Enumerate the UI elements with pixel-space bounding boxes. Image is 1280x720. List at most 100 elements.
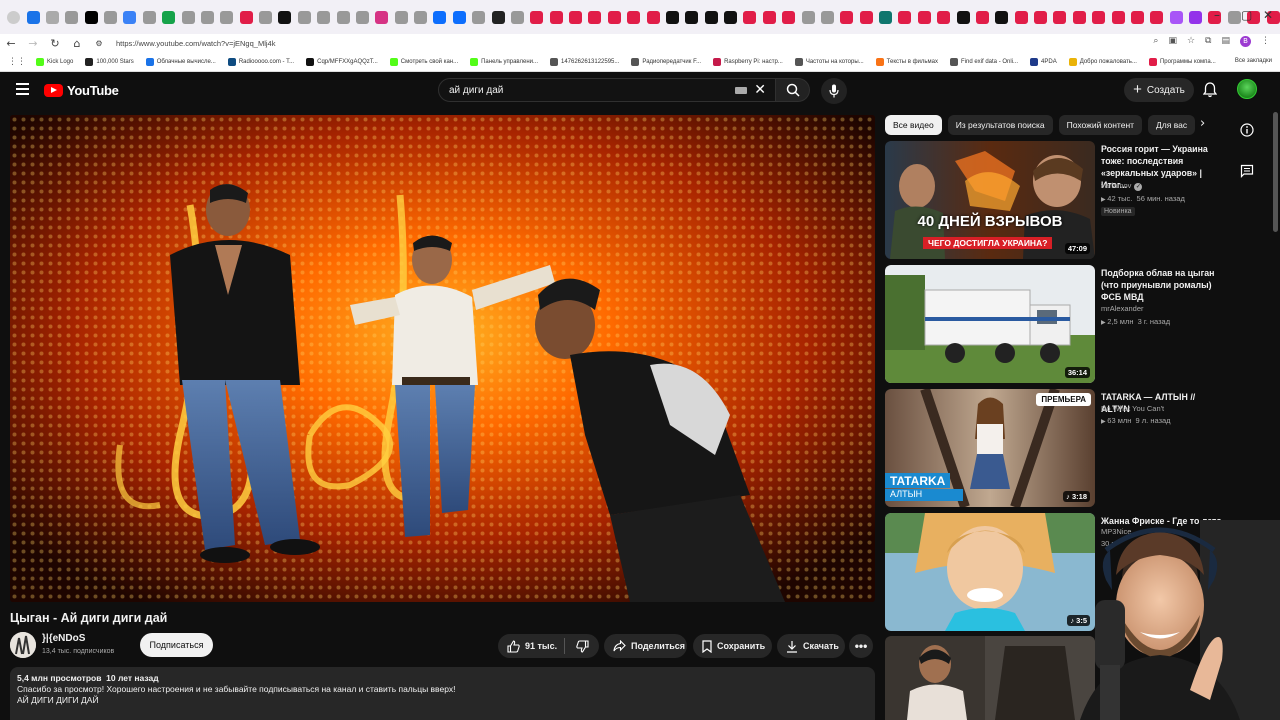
tab-search-icon[interactable] — [7, 10, 21, 24]
tab-favicon[interactable] — [104, 10, 118, 24]
tab-favicon[interactable] — [1150, 10, 1164, 24]
tab-favicon[interactable] — [317, 10, 331, 24]
tab-favicon[interactable] — [472, 10, 486, 24]
share-button[interactable]: Поделиться — [604, 634, 687, 658]
video-player[interactable] — [10, 115, 875, 602]
chevron-right-icon[interactable]: › — [1200, 116, 1205, 131]
recommendation-channel[interactable]: mrAlexander — [1101, 304, 1144, 313]
zoom-icon[interactable]: ⌕ — [1153, 36, 1158, 47]
video-thumbnail[interactable]: 40 ДНЕЙ ВЗРЫВОВ ЧЕГО ДОСТИГЛА УКРАИНА? 4… — [885, 141, 1095, 259]
maximize-icon[interactable]: ▢ — [1241, 8, 1252, 22]
chip-all-videos[interactable]: Все видео — [885, 115, 942, 135]
back-icon[interactable]: ← — [0, 37, 22, 50]
hamburger-menu-icon[interactable] — [16, 83, 29, 95]
tab-favicon[interactable] — [452, 10, 466, 24]
save-button[interactable]: Сохранить — [693, 634, 772, 658]
tab-favicon[interactable] — [1014, 10, 1028, 24]
tab-favicon[interactable] — [898, 10, 912, 24]
download-button[interactable]: Скачать — [777, 634, 845, 658]
tab-favicon[interactable] — [569, 10, 583, 24]
bookmark-item[interactable]: Find exif data - Onli... — [950, 57, 1018, 66]
recommendation-channel[interactable]: varlamov ✓ — [1101, 181, 1143, 191]
tab-favicon[interactable] — [685, 10, 699, 24]
tab-favicon[interactable] — [1092, 10, 1106, 24]
tab-favicon[interactable] — [1227, 10, 1241, 24]
apps-grid-icon[interactable]: ⋮⋮ — [8, 57, 26, 67]
tab-favicon[interactable] — [820, 10, 834, 24]
description-box[interactable]: 5,4 млн просмотров 10 лет назад Спасибо … — [10, 667, 875, 720]
subscribe-button[interactable]: Подписаться — [140, 633, 213, 657]
tab-favicon[interactable] — [530, 10, 544, 24]
tab-favicon[interactable] — [394, 10, 408, 24]
bookmark-item[interactable]: Облачные вычисле... — [145, 57, 216, 66]
search-button[interactable] — [776, 78, 810, 102]
scrollbar[interactable] — [1273, 112, 1278, 232]
recommendation-item[interactable]: 36:14 Подборка облав на цыган (что приун… — [885, 265, 1265, 385]
tab-favicon[interactable] — [336, 10, 350, 24]
video-thumbnail[interactable]: 36:14 — [885, 265, 1095, 383]
like-button[interactable]: 91 тыс. — [498, 634, 564, 658]
tab-favicon[interactable] — [995, 10, 1009, 24]
tab-favicon[interactable] — [414, 10, 428, 24]
youtube-logo[interactable]: YouTube — [44, 83, 119, 98]
forward-icon[interactable]: → — [22, 37, 44, 50]
tab-favicon[interactable] — [956, 10, 970, 24]
channel-name[interactable]: }|{eNDoS — [42, 633, 85, 644]
channel-avatar[interactable] — [10, 632, 36, 658]
tab-favicon[interactable] — [355, 10, 369, 24]
recommendation-item[interactable]: 40 ДНЕЙ ВЗРЫВОВ ЧЕГО ДОСТИГЛА УКРАИНА? 4… — [885, 141, 1265, 261]
bookmark-item[interactable]: 1476262613122595... — [549, 57, 619, 66]
tab-favicon[interactable] — [1130, 10, 1144, 24]
tab-favicon[interactable] — [782, 10, 796, 24]
tab-favicon[interactable] — [801, 10, 815, 24]
bookmark-item[interactable]: Kick Logo — [36, 57, 73, 66]
tab-favicon[interactable] — [123, 10, 137, 24]
bookmark-item[interactable]: Панель управлени... — [470, 57, 538, 66]
tab-favicon[interactable] — [1034, 10, 1048, 24]
chip-for-you[interactable]: Для вас — [1148, 115, 1196, 135]
user-avatar[interactable] — [1237, 79, 1257, 99]
recommendation-item[interactable]: ПРЕМЬЕРА TATARKA АЛТЫН ♪ 3:18 TATARKA — … — [885, 389, 1265, 509]
voice-search-button[interactable] — [821, 78, 847, 104]
tab-favicon[interactable] — [762, 10, 776, 24]
bookmark-item[interactable]: 100,000 Stars — [85, 57, 134, 66]
chip-related[interactable]: Похожий контент — [1058, 115, 1143, 135]
tab-favicon[interactable] — [859, 10, 873, 24]
keyboard-icon[interactable] — [735, 87, 747, 94]
all-bookmarks-link[interactable]: Все закладки — [1235, 58, 1272, 64]
info-icon[interactable] — [1240, 123, 1254, 137]
chip-from-search[interactable]: Из результатов поиска — [947, 115, 1053, 135]
tab-favicon[interactable] — [704, 10, 718, 24]
tab-favicon[interactable] — [646, 10, 660, 24]
dislike-button[interactable] — [565, 634, 599, 658]
tab-favicon[interactable] — [162, 10, 176, 24]
tab-favicon[interactable] — [607, 10, 621, 24]
tab-favicon[interactable] — [84, 10, 98, 24]
tab-favicon[interactable] — [491, 10, 505, 24]
profile-avatar[interactable]: B — [1240, 36, 1251, 47]
site-info-icon[interactable]: ⚙ — [88, 39, 110, 48]
tab-favicon[interactable] — [65, 10, 79, 24]
create-button[interactable]: + Создать — [1124, 78, 1194, 102]
tab-favicon[interactable] — [297, 10, 311, 24]
tab-favicon[interactable] — [627, 10, 641, 24]
extensions-icon[interactable]: ⧉ — [1205, 36, 1211, 47]
tab-favicon[interactable] — [375, 10, 389, 24]
tab-favicon[interactable] — [937, 10, 951, 24]
tab-favicon[interactable] — [588, 10, 602, 24]
tab-favicon[interactable] — [724, 10, 738, 24]
tab-favicon[interactable] — [549, 10, 563, 24]
bookmark-item[interactable]: Радиопередатчик F... — [631, 57, 701, 66]
tab-favicon[interactable] — [1053, 10, 1067, 24]
cast-icon[interactable]: ▣ — [1168, 36, 1177, 47]
sidebar-icon[interactable]: ▤ — [1221, 36, 1230, 47]
tab-favicon[interactable] — [1169, 10, 1183, 24]
tab-favicon[interactable] — [200, 10, 214, 24]
bookmark-item[interactable]: 4PDA — [1030, 57, 1057, 66]
bookmark-item[interactable]: Cqp/MFFXXgAQQzT... — [306, 57, 378, 66]
bookmark-item[interactable]: Частоты на которы... — [794, 57, 864, 66]
video-thumbnail[interactable]: ПРЕМЬЕРА TATARKA АЛТЫН ♪ 3:18 — [885, 389, 1095, 507]
tab-favicon[interactable] — [743, 10, 757, 24]
notifications-bell-icon[interactable] — [1202, 82, 1218, 103]
bookmark-item[interactable]: Radiooooo.com - T... — [227, 57, 294, 66]
